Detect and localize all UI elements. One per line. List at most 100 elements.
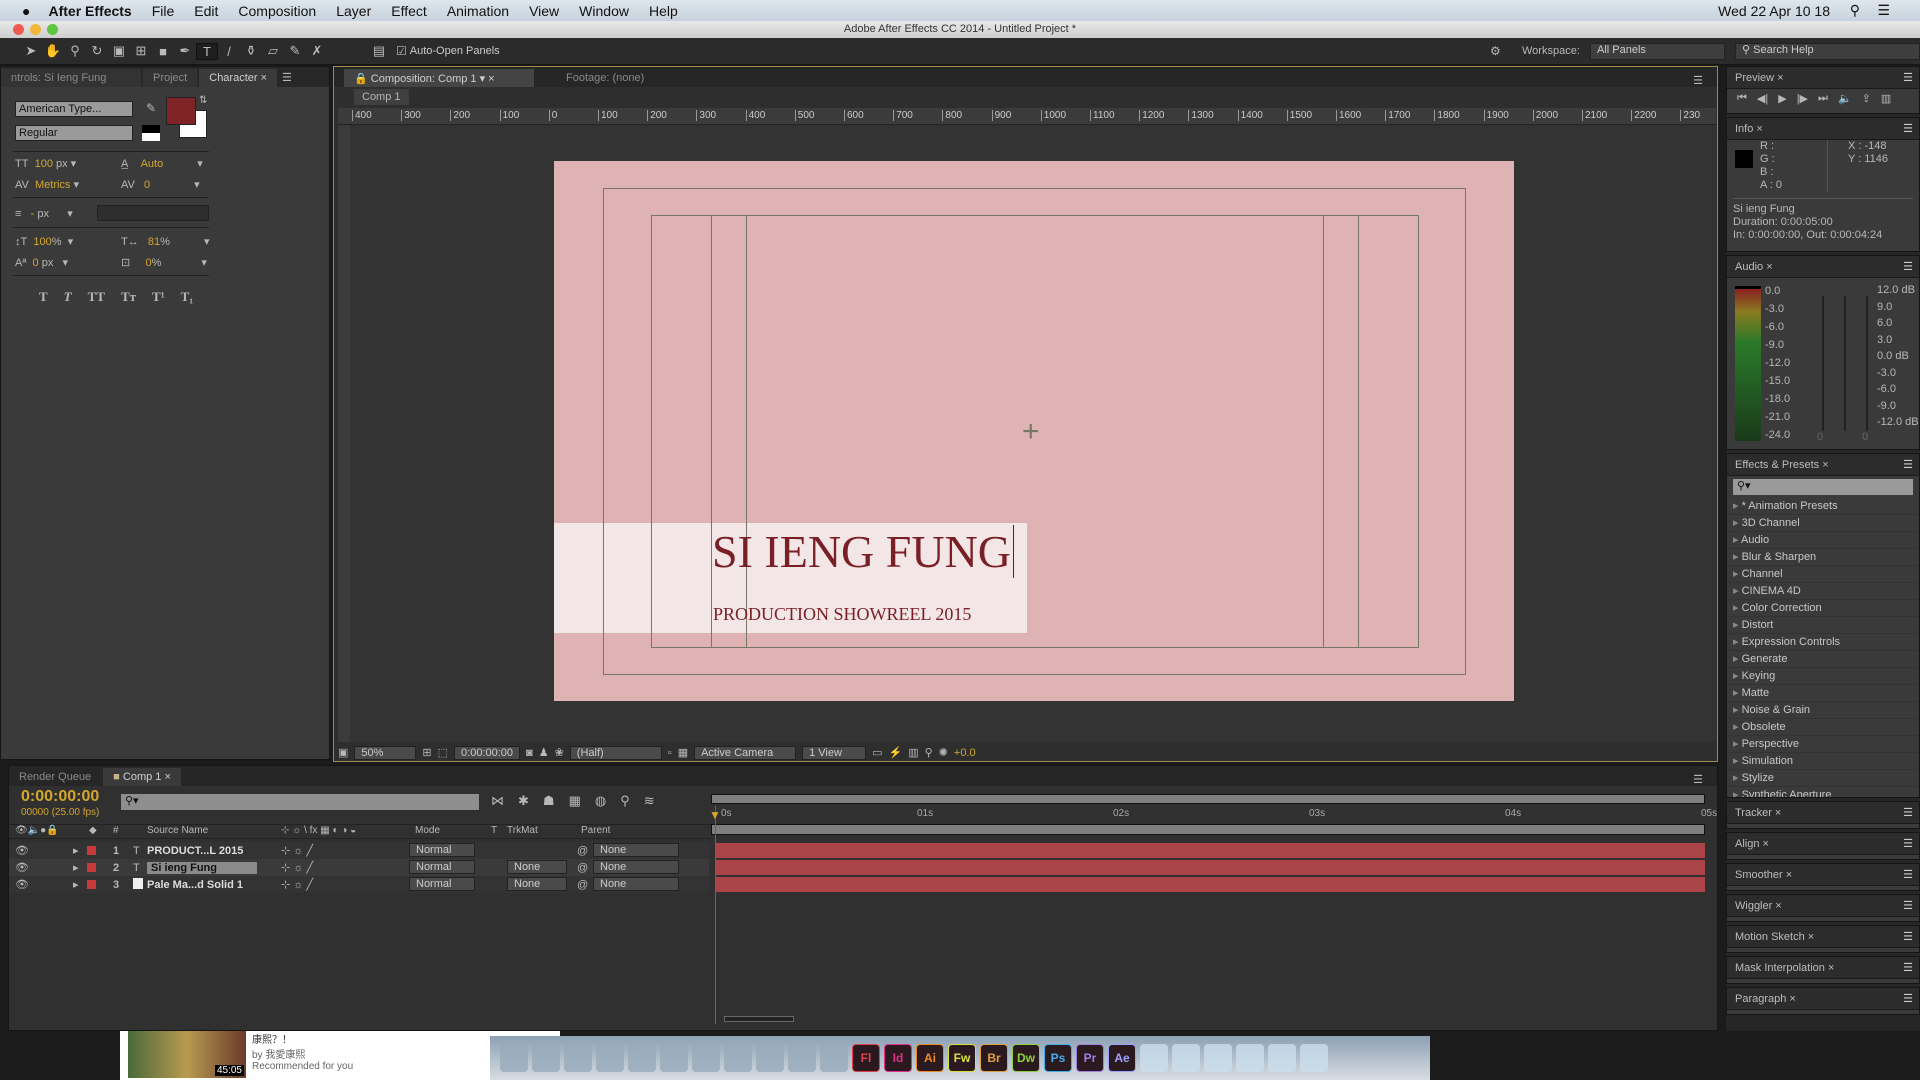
menu-edit[interactable]: Edit xyxy=(194,3,218,19)
rotate-tool-icon[interactable]: ↻ xyxy=(86,43,108,59)
mode-select[interactable]: Normal xyxy=(409,843,475,857)
tab-effect-controls[interactable]: ntrols: Si Ieng Fung xyxy=(1,69,141,87)
channel-icon[interactable]: ❀ xyxy=(555,746,564,759)
acrobat-dock-icon[interactable] xyxy=(1140,1044,1168,1072)
effects-category[interactable]: Noise & Grain xyxy=(1727,702,1919,719)
label-color[interactable] xyxy=(87,846,96,855)
effects-category[interactable]: 3D Channel xyxy=(1727,515,1919,532)
exposure-icon[interactable]: ✺ xyxy=(939,746,948,759)
draft-3d-icon[interactable]: ✱ xyxy=(518,793,529,809)
trash-dock-icon[interactable] xyxy=(1300,1044,1328,1072)
comp-canvas[interactable]: + SI IENG FUNG PRODUCTION SHOWREEL 2015 xyxy=(554,161,1514,701)
firefox-dock-icon[interactable] xyxy=(660,1044,688,1072)
transparency-grid-icon[interactable]: ▦ xyxy=(678,746,688,759)
spotlight-icon[interactable]: ⚲ xyxy=(1850,2,1860,19)
time-ruler[interactable]: 0s 01s 02s 03s 04s 05s xyxy=(711,806,1717,824)
parent-select[interactable]: None xyxy=(593,877,679,891)
layer-duration-bar[interactable] xyxy=(715,843,1705,858)
tab-render-queue[interactable]: Render Queue xyxy=(9,768,101,786)
zoom-tool-icon[interactable]: ⚲ xyxy=(64,43,86,59)
tab-footage[interactable]: Footage: (none) xyxy=(556,69,654,87)
first-frame-icon[interactable]: ⏮ xyxy=(1737,92,1747,105)
menu-composition[interactable]: Composition xyxy=(238,3,316,19)
panel-menu-icon[interactable]: ☰ xyxy=(279,68,295,87)
timeline-timecode[interactable]: 0:00:00:00 xyxy=(21,788,99,806)
playhead-icon[interactable]: ▼ xyxy=(709,808,721,822)
horizontal-scale-value[interactable]: 81 xyxy=(148,236,160,248)
last-frame-icon[interactable]: ⏭ xyxy=(1818,92,1828,105)
adobe-app-dock-icon[interactable]: Ae xyxy=(1108,1044,1136,1072)
effects-category[interactable]: Stylize xyxy=(1727,770,1919,787)
collapsed-panel-title[interactable]: Smoother × ☰ xyxy=(1727,864,1919,886)
fast-previews-icon[interactable]: ⚡ xyxy=(889,746,903,759)
panel-menu-icon[interactable]: ☰ xyxy=(1903,899,1913,912)
hand-tool-icon[interactable]: ✋ xyxy=(42,43,64,59)
effects-category[interactable]: * Animation Presets xyxy=(1727,498,1919,515)
leading-value[interactable]: Auto xyxy=(141,158,164,170)
collapsed-panel-title[interactable]: Motion Sketch × ☰ xyxy=(1727,926,1919,948)
parent-select[interactable]: None xyxy=(593,843,679,857)
loop-icon[interactable]: ⇪ xyxy=(1862,92,1871,105)
subscript-button[interactable]: T₁ xyxy=(181,289,194,305)
font-size-value[interactable]: 100 xyxy=(35,158,53,170)
workspace-select[interactable]: All Panels xyxy=(1590,43,1725,60)
camera-tool-icon[interactable]: ▣ xyxy=(108,43,130,59)
effects-category[interactable]: Color Correction xyxy=(1727,600,1919,617)
work-area-bar[interactable] xyxy=(711,824,1705,835)
vlc-dock-icon[interactable] xyxy=(692,1044,720,1072)
viewer[interactable]: + SI IENG FUNG PRODUCTION SHOWREEL 2015 xyxy=(350,125,1716,742)
eyedropper-icon[interactable]: ✎ xyxy=(146,101,156,115)
panel-menu-icon[interactable]: ☰ xyxy=(1903,930,1913,943)
close-icon[interactable]: × xyxy=(1759,838,1769,850)
mask-visibility-icon[interactable]: ⬚ xyxy=(438,746,448,759)
always-preview-icon[interactable]: ▣ xyxy=(338,746,348,759)
itunes-dock-icon[interactable] xyxy=(1172,1044,1200,1072)
tracking-value[interactable]: 0 xyxy=(144,179,150,191)
preview-dock-icon[interactable] xyxy=(724,1044,752,1072)
layer-row[interactable]: 👁 ▸ 3 Pale Ma...d Solid 1 ⊹ ☼ ╱ Normal N… xyxy=(9,876,709,893)
effects-category[interactable]: Simulation xyxy=(1727,753,1919,770)
collapsed-panel-title[interactable]: Tracker × ☰ xyxy=(1727,802,1919,824)
trkmat-select[interactable]: None xyxy=(507,860,567,874)
video-thumbnail[interactable]: 45:05 xyxy=(128,1031,246,1078)
zoom-button[interactable] xyxy=(47,24,58,35)
resolution-select[interactable]: (Half) xyxy=(569,745,662,760)
downloads-dock-icon[interactable] xyxy=(1236,1044,1264,1072)
toggle-pixel-aspect-icon[interactable]: ▭ xyxy=(872,746,882,759)
brush-tool-icon[interactable]: / xyxy=(218,44,240,59)
safari-dock-icon[interactable] xyxy=(628,1044,656,1072)
motion-blur-icon[interactable]: ◍ xyxy=(595,793,606,809)
app-menu[interactable]: After Effects xyxy=(48,3,131,19)
collapsed-panel-title[interactable]: Mask Interpolation × ☰ xyxy=(1727,957,1919,979)
snapshot-icon[interactable]: ◙ xyxy=(526,747,533,759)
mute-audio-icon[interactable]: 🔈 xyxy=(1838,92,1852,105)
app-dock-icon[interactable] xyxy=(564,1044,592,1072)
comp-subtitle-text[interactable]: PRODUCTION SHOWREEL 2015 xyxy=(713,604,971,625)
small-caps-button[interactable]: Tт xyxy=(121,289,136,305)
close-icon[interactable]: × xyxy=(1825,962,1834,974)
menu-file[interactable]: File xyxy=(152,3,175,19)
stroke-style-select[interactable] xyxy=(97,205,209,221)
layer-name[interactable]: Si ieng Fung xyxy=(147,861,257,874)
word-dock-icon[interactable] xyxy=(820,1044,848,1072)
effects-category[interactable]: Matte xyxy=(1727,685,1919,702)
mode-select[interactable]: Normal xyxy=(409,877,475,891)
frame-blending-icon[interactable]: ▦ xyxy=(569,793,581,809)
launchpad-dock-icon[interactable] xyxy=(532,1044,560,1072)
adobe-app-dock-icon[interactable]: Fl xyxy=(852,1044,880,1072)
expand-arrow-icon[interactable]: ▸ xyxy=(73,844,79,857)
clone-stamp-tool-icon[interactable]: ⚱ xyxy=(240,43,262,59)
tab-character[interactable]: Character × xyxy=(199,69,278,87)
effects-category[interactable]: Expression Controls xyxy=(1727,634,1919,651)
kerning-value[interactable]: Metrics xyxy=(35,179,70,191)
play-icon[interactable]: ▶ xyxy=(1778,92,1786,105)
panel-menu-icon[interactable]: ☰ xyxy=(1903,868,1913,881)
next-frame-icon[interactable]: |▶ xyxy=(1797,92,1808,105)
font-style-select[interactable]: Regular xyxy=(15,125,133,141)
puppet-pin-tool-icon[interactable]: ✗ xyxy=(306,43,328,59)
tab-composition[interactable]: 🔒 Composition: Comp 1 ▾ × xyxy=(344,69,534,87)
black-white-swatch[interactable] xyxy=(142,125,160,141)
current-time-indicator[interactable] xyxy=(715,806,716,1024)
audio-slider-right[interactable] xyxy=(1866,296,1868,431)
font-family-select[interactable]: American Type... xyxy=(15,101,133,117)
